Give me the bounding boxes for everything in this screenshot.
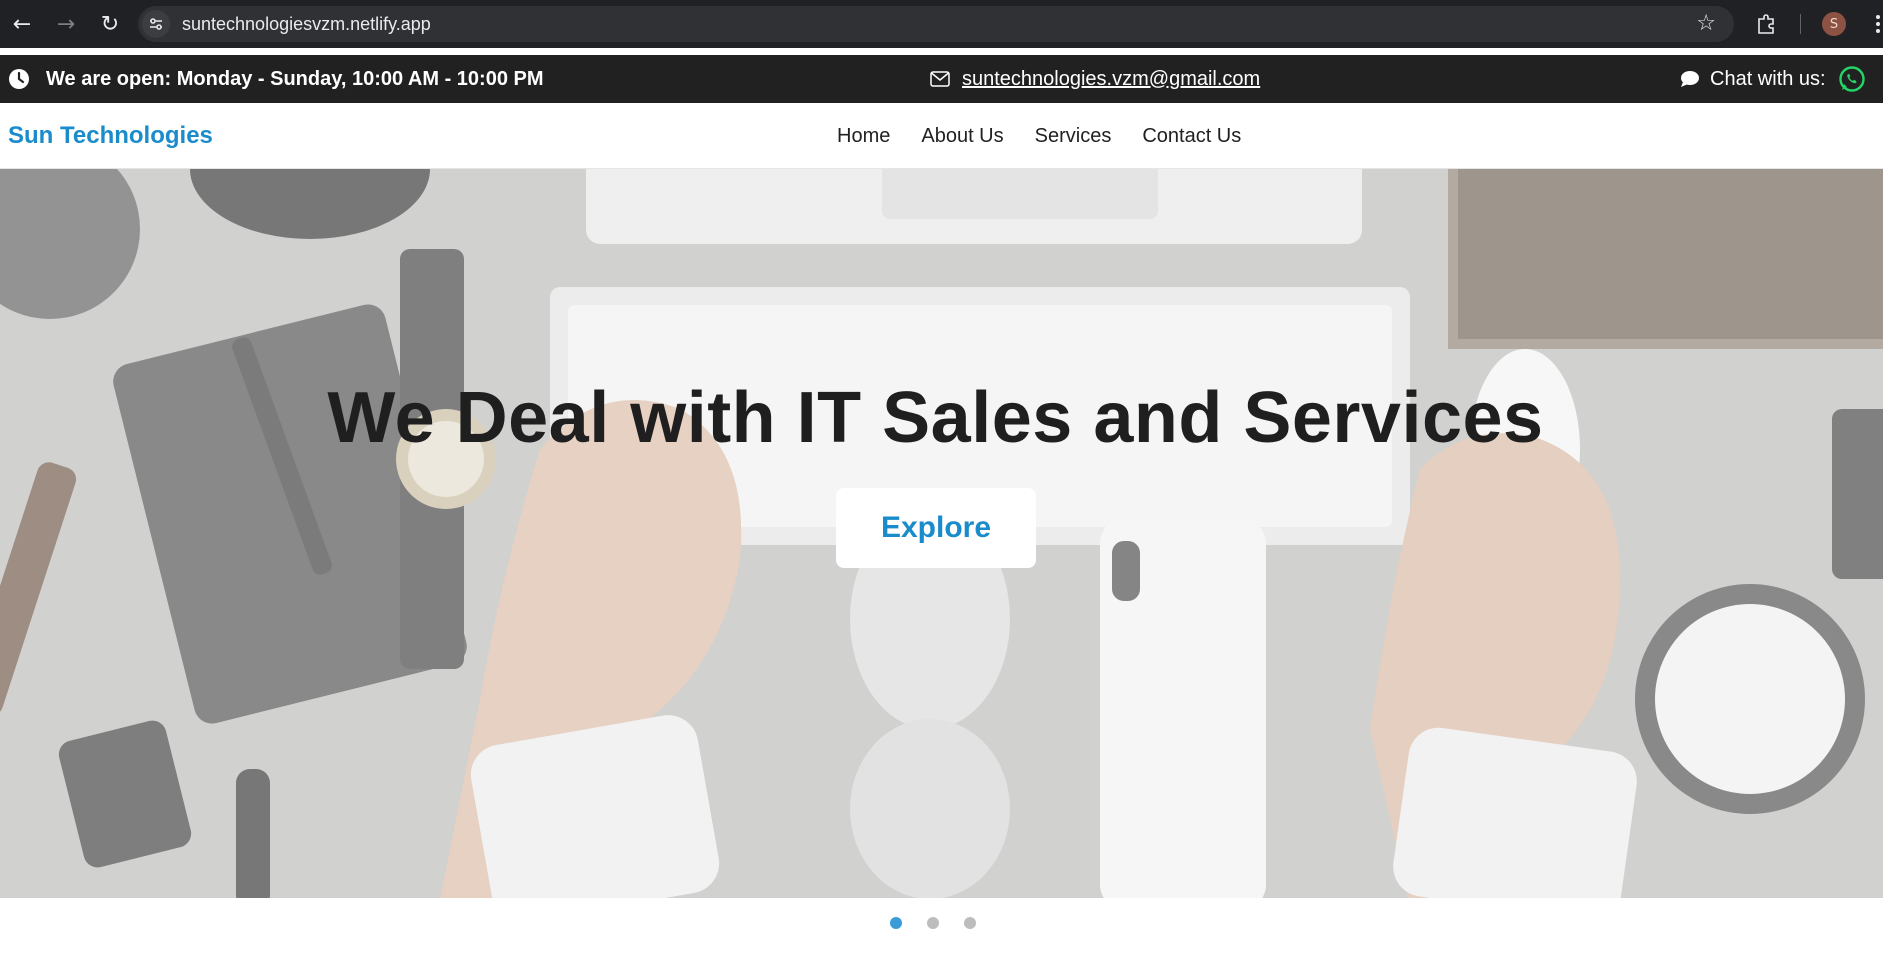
address-bar[interactable]: suntechnologiesvzm.netlify.app ☆ xyxy=(138,6,1734,42)
opening-hours-text: We are open: Monday - Sunday, 10:00 AM -… xyxy=(46,67,544,90)
browser-menu-icon[interactable] xyxy=(1872,10,1883,38)
explore-button[interactable]: Explore xyxy=(836,488,1036,568)
site-settings-icon[interactable] xyxy=(142,10,170,38)
reload-icon[interactable]: ↻ xyxy=(88,0,132,48)
url-text[interactable]: suntechnologiesvzm.netlify.app xyxy=(182,14,431,35)
top-info-bar: We are open: Monday - Sunday, 10:00 AM -… xyxy=(0,55,1883,103)
extensions-icon[interactable] xyxy=(1752,10,1780,38)
chat-bubble-icon xyxy=(1681,71,1699,87)
site-navbar: Sun Technologies Home About Us Services … xyxy=(0,103,1883,169)
opening-hours: We are open: Monday - Sunday, 10:00 AM -… xyxy=(8,55,544,103)
main-menu: Home About Us Services Contact Us xyxy=(837,103,1272,169)
nav-about-us[interactable]: About Us xyxy=(921,125,1003,148)
nav-home[interactable]: Home xyxy=(837,125,890,148)
brand-logo[interactable]: Sun Technologies xyxy=(8,103,213,169)
envelope-icon xyxy=(930,71,950,87)
nav-services[interactable]: Services xyxy=(1035,125,1112,148)
toolbar-divider xyxy=(1800,14,1801,34)
profile-avatar[interactable]: S xyxy=(1822,12,1846,36)
email-link[interactable]: suntechnologies.vzm@gmail.com xyxy=(962,68,1260,91)
carousel-dot-1[interactable] xyxy=(890,917,902,929)
hero-title: We Deal with IT Sales and Services xyxy=(327,378,1544,458)
hero-carousel: We Deal with IT Sales and Services Explo… xyxy=(0,169,1883,898)
bookmark-star-icon[interactable]: ☆ xyxy=(1696,11,1716,36)
forward-arrow-icon[interactable]: → xyxy=(44,0,88,48)
back-arrow-icon[interactable]: ← xyxy=(0,0,44,48)
carousel-dot-3[interactable] xyxy=(964,917,976,929)
clock-icon xyxy=(9,69,29,89)
carousel-indicators xyxy=(890,917,1001,929)
contact-email[interactable]: suntechnologies.vzm@gmail.com xyxy=(930,55,1260,103)
nav-contact-us[interactable]: Contact Us xyxy=(1142,125,1241,148)
chat-with-us[interactable]: Chat with us: xyxy=(1680,55,1866,103)
carousel-dot-2[interactable] xyxy=(927,917,939,929)
whatsapp-icon[interactable] xyxy=(1838,65,1866,93)
chat-label: Chat with us: xyxy=(1710,67,1826,90)
browser-toolbar: ← → ↻ suntechnologiesvzm.netlify.app ☆ S xyxy=(0,0,1883,48)
